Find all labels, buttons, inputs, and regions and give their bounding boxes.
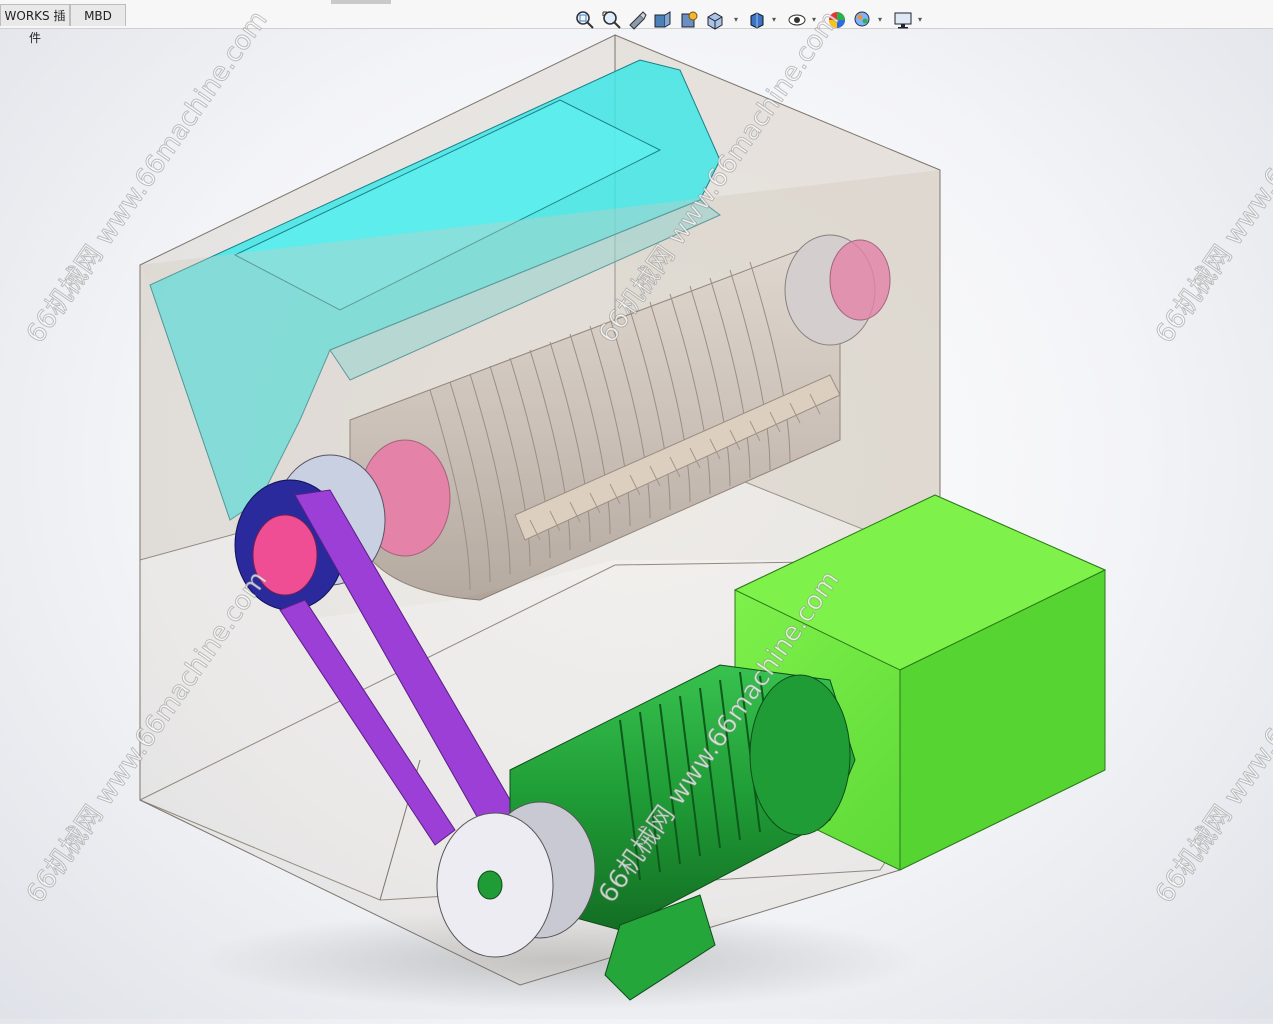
motor-end-cap	[749, 674, 851, 836]
chevron-down-icon[interactable]: ▾	[878, 16, 884, 24]
drive-pulley-bore	[252, 514, 318, 596]
tab-mbd[interactable]: MBD	[70, 4, 126, 26]
chevron-down-icon[interactable]: ▾	[918, 16, 924, 24]
chevron-down-icon[interactable]: ▾	[772, 16, 778, 24]
motor-shaft	[477, 870, 503, 900]
graphics-area[interactable]: 66机械网 www.66machine.com 66机械网 www.66mach…	[0, 5, 1273, 1019]
chevron-down-icon[interactable]: ▾	[734, 16, 740, 24]
crusher-model	[139, 34, 1107, 1010]
tab-works-addins[interactable]: WORKS 插件	[0, 4, 70, 45]
chevron-down-icon[interactable]: ▾	[812, 16, 818, 24]
tab-highlight	[331, 0, 391, 4]
